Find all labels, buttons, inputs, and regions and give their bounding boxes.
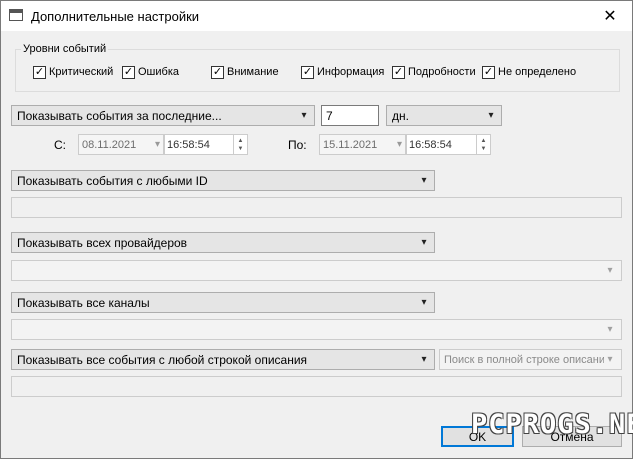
period-unit-value: дн.: [392, 108, 409, 123]
checkbox-undefined[interactable]: ✓ Не определено: [482, 65, 576, 79]
chevron-down-icon: ▾: [607, 265, 613, 276]
channel-filter-list: ▾: [11, 319, 622, 340]
chevron-down-icon: ▾: [604, 350, 616, 369]
checkbox-critical-label: Критический: [49, 66, 114, 78]
spin-down-icon: ▼: [480, 145, 487, 152]
checkbox-verbose-label: Подробности: [408, 66, 476, 78]
spin-up-icon: ▲: [237, 137, 244, 144]
to-label: По:: [288, 138, 307, 152]
period-unit-select[interactable]: дн. ▾: [386, 105, 502, 126]
to-time-spinner: ▲ ▼: [476, 135, 490, 154]
chevron-down-icon: ▾: [421, 237, 427, 248]
provider-filter-list: ▾: [11, 260, 622, 281]
settings-dialog: Дополнительные настройки ✕ Уровни событи…: [0, 0, 633, 459]
checkbox-information-label: Информация: [317, 66, 385, 78]
spin-up-icon: ▲: [480, 137, 487, 144]
checkbox-error-label: Ошибка: [138, 66, 179, 78]
checkbox-verbose-box[interactable]: ✓: [392, 65, 405, 79]
chevron-down-icon: ▾: [421, 354, 427, 365]
to-date-picker: 15.11.2021 ▾: [319, 134, 406, 155]
description-filter-value: Показывать все события с любой строкой о…: [17, 352, 308, 367]
close-button[interactable]: ✕: [588, 1, 632, 31]
checkbox-warning-box[interactable]: ✓: [211, 65, 224, 79]
provider-filter-select[interactable]: Показывать всех провайдеров ▾: [11, 232, 435, 253]
from-time-value: 16:58:54: [167, 138, 210, 151]
search-mode-select: Поиск в полной строке описани ▾: [439, 349, 622, 370]
checkbox-information[interactable]: ✓ Информация: [301, 65, 384, 79]
from-label: С:: [54, 138, 66, 152]
chevron-down-icon: ▾: [421, 297, 427, 308]
chevron-down-icon: ▾: [421, 175, 427, 186]
search-mode-value: Поиск в полной строке описани: [444, 353, 606, 366]
id-filter-input: [11, 197, 622, 218]
checkbox-error-box[interactable]: ✓: [122, 65, 135, 79]
provider-filter-value: Показывать всех провайдеров: [17, 235, 188, 250]
window-app-icon: [9, 9, 23, 21]
checkbox-undefined-label: Не определено: [498, 66, 577, 78]
period-mode-value: Показывать события за последние...: [17, 108, 222, 123]
period-count-value: 7: [326, 108, 333, 123]
id-filter-select[interactable]: Показывать события с любыми ID ▾: [11, 170, 435, 191]
chevron-down-icon: ▾: [396, 139, 402, 150]
period-mode-select[interactable]: Показывать события за последние... ▾: [11, 105, 315, 126]
chevron-down-icon: ▾: [301, 110, 307, 121]
from-date-value: 08.11.2021: [82, 138, 137, 151]
channel-filter-select[interactable]: Показывать все каналы ▾: [11, 292, 435, 313]
window-title: Дополнительные настройки: [31, 9, 200, 24]
checkbox-undefined-box[interactable]: ✓: [482, 65, 495, 79]
channel-filter-value: Показывать все каналы: [17, 295, 150, 310]
period-count-input[interactable]: 7: [321, 105, 379, 126]
event-levels-legend: Уровни событий: [21, 43, 109, 55]
to-date-value: 15.11.2021: [323, 138, 378, 151]
description-filter-select[interactable]: Показывать все события с любой строкой о…: [11, 349, 435, 370]
checkbox-information-box[interactable]: ✓: [301, 65, 314, 79]
checkbox-warning-label: Внимание: [227, 66, 279, 78]
checkbox-warning[interactable]: ✓ Внимание: [211, 65, 279, 79]
watermark-text: PCPROGS.NET: [471, 409, 633, 440]
checkbox-verbose[interactable]: ✓ Подробности: [392, 65, 476, 79]
checkbox-critical-box[interactable]: ✓: [33, 65, 46, 79]
from-time-spinner: ▲ ▼: [233, 135, 247, 154]
description-filter-input: [11, 376, 622, 397]
to-time-picker: 16:58:54 ▲ ▼: [406, 134, 491, 155]
to-time-value: 16:58:54: [409, 138, 452, 151]
chevron-down-icon: ▾: [154, 139, 160, 150]
title-bar: Дополнительные настройки ✕: [1, 1, 632, 31]
chevron-down-icon: ▾: [488, 110, 494, 121]
spin-down-icon: ▼: [237, 145, 244, 152]
chevron-down-icon: ▾: [607, 324, 613, 335]
checkbox-critical[interactable]: ✓ Критический: [33, 65, 113, 79]
id-filter-value: Показывать события с любыми ID: [17, 173, 208, 188]
checkbox-error[interactable]: ✓ Ошибка: [122, 65, 179, 79]
from-time-picker: 16:58:54 ▲ ▼: [164, 134, 248, 155]
from-date-picker: 08.11.2021 ▾: [78, 134, 164, 155]
